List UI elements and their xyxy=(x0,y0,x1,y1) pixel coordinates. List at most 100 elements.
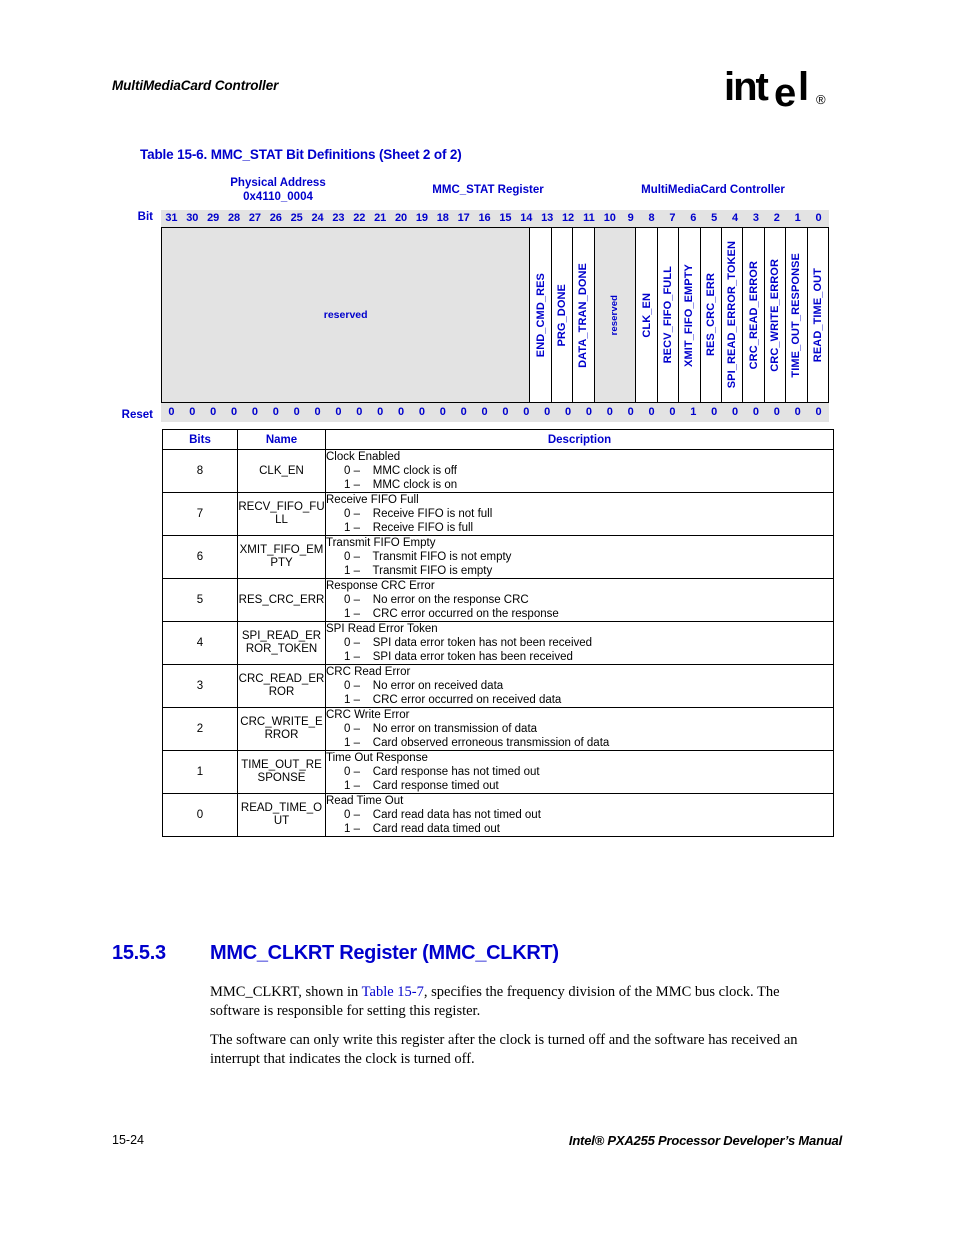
bit-number-12: 12 xyxy=(561,212,575,224)
register-bit-diagram: Physical Address 0x4110_0004 MMC_STAT Re… xyxy=(117,176,829,422)
bit-field-read_time_out: READ_TIME_OUT xyxy=(807,228,828,402)
description-option: 0 – SPI data error token has not been re… xyxy=(344,637,593,649)
reset-value-bit-14: 0 xyxy=(523,406,530,418)
reset-value-bit-24: 0 xyxy=(314,406,321,418)
description-title: Clock Enabled xyxy=(326,451,401,463)
bit-number-9: 9 xyxy=(627,212,634,224)
cell-bits: 1 xyxy=(162,750,238,794)
physical-address-value: 0x4110_0004 xyxy=(243,191,313,203)
cell-description: Time Out Response 0 – Card response has n… xyxy=(325,750,834,794)
description-title: Transmit FIFO Empty xyxy=(326,537,436,549)
description-option: 1 – Receive FIFO is full xyxy=(344,522,474,534)
reset-value-bit-3: 0 xyxy=(752,406,759,418)
cell-name: TIME_OUT_RESPONSE xyxy=(237,750,326,794)
cell-name: CLK_EN xyxy=(237,449,326,493)
table-row: 7 RECV_FIFO_FULL Receive FIFO Full 0 – Rece… xyxy=(162,492,834,536)
description-option: 0 – Card read data has not timed out xyxy=(344,809,541,821)
paragraph-2: The software can only write this registe… xyxy=(210,1032,798,1067)
paragraph-1: MMC_CLKRT, shown in Table 15-7, specifie… xyxy=(210,983,832,1020)
description-option: 1 – CRC error occurred on the response xyxy=(344,608,559,620)
page-footer: 15-24 Intel® PXA255 Processor Developer’… xyxy=(112,1133,842,1153)
bit-number-19: 19 xyxy=(415,212,429,224)
bit-field-prg_done: PRG_DONE xyxy=(551,228,574,402)
intel-logo: int e l ® xyxy=(724,65,826,114)
cell-bits: 2 xyxy=(162,707,238,751)
cell-description: Transmit FIFO Empty 0 – Transmit FIFO is … xyxy=(325,535,834,579)
bit-field-res_crc_err: RES_CRC_ERR xyxy=(700,228,722,402)
bit-field-clk_en: CLK_EN xyxy=(636,228,658,402)
description-title: SPI Read Error Token xyxy=(326,623,438,635)
description-title: Time Out Response xyxy=(326,752,428,764)
physical-address-title: Physical Address xyxy=(230,177,326,189)
table-15-7-xref[interactable]: Table 15-7 xyxy=(362,984,424,1000)
reset-row-label: Reset xyxy=(121,409,153,421)
bit-field-crc_write_error: CRC_WRITE_ERROR xyxy=(764,228,787,402)
reset-value-bit-2: 0 xyxy=(773,406,780,418)
reset-value-bit-21: 0 xyxy=(377,406,384,418)
cell-bits: 8 xyxy=(162,449,238,493)
cell-description: Clock Enabled 0 – MMC clock is off 1 – MMC… xyxy=(325,449,834,493)
reset-value-bit-15: 0 xyxy=(502,406,509,418)
description-option: 0 – Transmit FIFO is not empty xyxy=(344,551,512,563)
bit-number-16: 16 xyxy=(478,212,491,224)
bit-field-label: END_CMD_RES xyxy=(534,272,547,358)
bit-number-5: 5 xyxy=(711,212,718,224)
reset-value-bit-31: 0 xyxy=(168,406,175,418)
para1-before: MMC_CLKRT, shown in xyxy=(210,984,362,1000)
bit-field-label: DATA_TRAN_DONE xyxy=(577,262,590,368)
reset-value-bit-16: 0 xyxy=(481,406,488,418)
table-row: 4 SPI_READ_ERROR_TOKEN SPI Read Error Toke… xyxy=(162,621,834,665)
description-option: 1 – CRC error occurred on received data xyxy=(344,694,562,706)
table-row: 2 CRC_WRITE_ERROR CRC Write Error 0 – No er… xyxy=(162,707,834,751)
table-row: 5 RES_CRC_ERR Response CRC Error 0 – No err… xyxy=(162,578,834,622)
description-option: 1 – Card response timed out xyxy=(344,780,499,792)
cell-name: RECV_FIFO_FULL xyxy=(237,492,326,536)
bit-field-reserved: reserved xyxy=(162,228,531,402)
bit-number-2: 2 xyxy=(773,212,780,224)
description-option: 0 – Card response has not timed out xyxy=(344,766,540,778)
bit-number-31: 31 xyxy=(165,212,178,224)
reset-value-bit-0: 0 xyxy=(815,406,822,418)
reset-value-bit-27: 0 xyxy=(251,406,258,418)
bit-number-4: 4 xyxy=(732,212,739,224)
bit-number-24: 24 xyxy=(311,212,324,224)
description-title: CRC Write Error xyxy=(326,709,410,721)
cell-bits: 4 xyxy=(162,621,238,665)
reset-value-bit-18: 0 xyxy=(439,406,446,418)
bit-field-label: PRG_DONE xyxy=(555,283,568,347)
bit-number-11: 11 xyxy=(583,212,595,224)
table-row: 3 CRC_READ_ERROR CRC Read Error 0 – No erro… xyxy=(162,664,834,708)
table-header-row: Bits Name Description xyxy=(162,429,834,450)
reset-value-bit-13: 0 xyxy=(544,406,551,418)
description-option: 1 – SPI data error token has been receiv… xyxy=(344,651,573,663)
cell-name: RES_CRC_ERR xyxy=(237,578,326,622)
reset-value-bit-26: 0 xyxy=(272,406,279,418)
description-option: 0 – MMC clock is off xyxy=(344,465,457,477)
reset-value-bit-5: 0 xyxy=(711,406,718,418)
reset-value-bit-25: 0 xyxy=(293,406,300,418)
bit-field-label: READ_TIME_OUT xyxy=(811,267,824,363)
bit-number-13: 13 xyxy=(541,212,554,224)
description-option: 0 – No error on received data xyxy=(344,680,504,692)
unit-name-label: MultiMediaCard Controller xyxy=(641,184,785,196)
bit-number-3: 3 xyxy=(752,212,759,224)
cell-description: CRC Read Error 0 – No error on received d… xyxy=(325,664,834,708)
bit-field-spi_read_error_token: SPI_READ_ERROR_TOKEN xyxy=(721,228,744,402)
cell-name: READ_TIME_OUT xyxy=(237,793,326,837)
cell-name: XMIT_FIFO_EMPTY xyxy=(237,535,326,579)
table-row: 1 TIME_OUT_RESPONSE Time Out Response 0 – C… xyxy=(162,750,834,794)
bit-number-23: 23 xyxy=(332,212,345,224)
description-option: 1 – Card observed erroneous transmission… xyxy=(344,737,610,749)
bit-number-17: 17 xyxy=(457,212,470,224)
bit-number-30: 30 xyxy=(186,212,199,224)
bit-number-27: 27 xyxy=(248,212,262,224)
bit-field-recv_fifo_full: RECV_FIFO_FULL xyxy=(657,228,680,402)
reset-value-bit-22: 0 xyxy=(356,406,363,418)
register-grid: Bit 31 30 29 28 27 26 25 24 23 22 21 20 19 18 17 16 15 14… xyxy=(117,210,829,422)
bit-field-label: RES_CRC_ERR xyxy=(704,273,717,357)
description-option: 1 – MMC clock is on xyxy=(344,479,458,491)
bit-number-28: 28 xyxy=(227,212,241,224)
bit-definitions-table: Bits Name Description 8 CLK_EN Clock Enabl… xyxy=(162,429,834,837)
bit-field-time_out_response: TIME_OUT_RESPONSE xyxy=(786,228,808,402)
bit-number-20: 20 xyxy=(394,212,408,224)
